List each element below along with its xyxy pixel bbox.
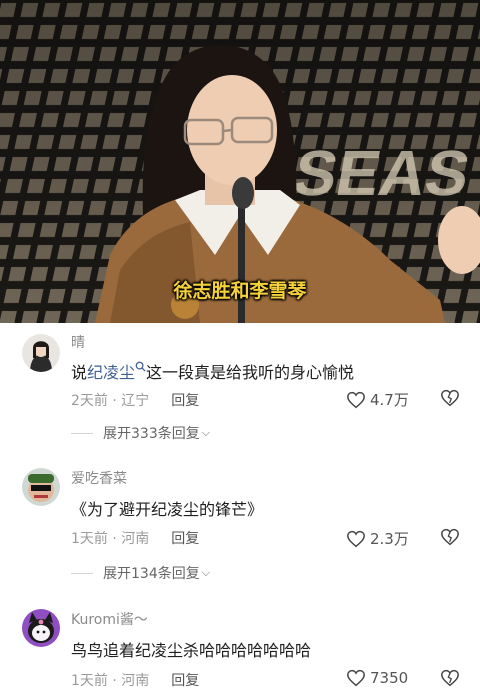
comment-meta: 1天前 · 河南 回复: [71, 531, 200, 547]
like-button[interactable]: 4.7万: [346, 389, 409, 410]
expand-replies[interactable]: 展开134条回复 ⌵: [71, 563, 210, 583]
like-button[interactable]: 7350: [346, 669, 408, 687]
chevron-down-icon: ⌵: [201, 426, 211, 439]
like-count: 7350: [370, 669, 409, 687]
dislike-button[interactable]: [440, 669, 460, 691]
comment-text[interactable]: 说纪凌尘 这一段真是给我听的身心愉悦: [71, 359, 354, 383]
broken-heart-icon: [441, 389, 459, 407]
comment-location: 河南: [121, 673, 150, 689]
search-icon[interactable]: [135, 361, 146, 382]
comment-text[interactable]: 鸟鸟追着纪凌尘杀哈哈哈哈哈哈哈: [71, 637, 311, 661]
comment-item: Kuromi酱～ 鸟鸟追着纪凌尘杀哈哈哈哈哈哈哈 1天前 · 河南 回复 7350: [0, 603, 480, 698]
dislike-button[interactable]: [440, 528, 460, 550]
comment-username[interactable]: 晴: [71, 332, 85, 352]
comment-text-after: 这一段真是给我听的身心愉悦: [146, 363, 355, 382]
heart-icon: [347, 669, 365, 687]
comment-location: 河南: [121, 531, 150, 547]
avatar[interactable]: [22, 334, 60, 372]
search-link[interactable]: 纪凌尘: [87, 363, 135, 382]
reply-button[interactable]: 回复: [171, 393, 199, 409]
avatar[interactable]: [22, 609, 60, 647]
comment-time: 2天前: [71, 393, 108, 409]
video-still: SEAS: [0, 0, 480, 323]
comment-location: 辽宁: [121, 393, 150, 409]
chevron-down-icon: ⌵: [201, 566, 211, 579]
video-subtitle: 徐志胜和李雪琴: [173, 280, 307, 302]
avatar[interactable]: [22, 468, 60, 506]
heart-icon: [347, 391, 365, 408]
broken-heart-icon: [441, 528, 459, 546]
expand-replies[interactable]: 展开333条回复 ⌵: [71, 423, 210, 443]
comment-text-before: 说: [71, 363, 88, 382]
expand-replies-label: 展开333条回复: [103, 426, 200, 442]
divider-line: [71, 432, 93, 434]
broken-heart-icon: [441, 669, 459, 687]
like-button[interactable]: 2.3万: [346, 528, 409, 549]
reply-button[interactable]: 回复: [171, 531, 199, 547]
divider-line: [71, 572, 93, 574]
video-frame[interactable]: SEAS 徐志胜和李雪琴: [0, 0, 480, 323]
like-count: 4.7万: [370, 391, 409, 409]
svg-text:SEAS: SEAS: [288, 137, 475, 208]
comment-username[interactable]: Kuromi酱～: [71, 609, 148, 629]
comment-text[interactable]: 《为了避开纪凌尘的锋芒》: [71, 496, 263, 520]
comment-meta: 1天前 · 河南 回复: [71, 673, 200, 689]
heart-icon: [347, 530, 365, 547]
comment-meta: 2天前 · 辽宁 回复: [71, 393, 200, 409]
expand-replies-label: 展开134条回复: [103, 566, 200, 582]
comment-item: 爱吃香菜 《为了避开纪凌尘的锋芒》 1天前 · 河南 回复 2.3万 展开134条…: [0, 462, 480, 587]
like-count: 2.3万: [370, 530, 409, 548]
comment-item: 晴 说纪凌尘 这一段真是给我听的身心愉悦 2天前 · 辽宁 回复 4.7万 展开33…: [0, 323, 480, 448]
reply-button[interactable]: 回复: [171, 673, 199, 689]
comment-time: 1天前: [71, 531, 108, 547]
dislike-button[interactable]: [440, 389, 460, 411]
comment-username[interactable]: 爱吃香菜: [71, 468, 127, 488]
comment-time: 1天前: [71, 673, 108, 689]
